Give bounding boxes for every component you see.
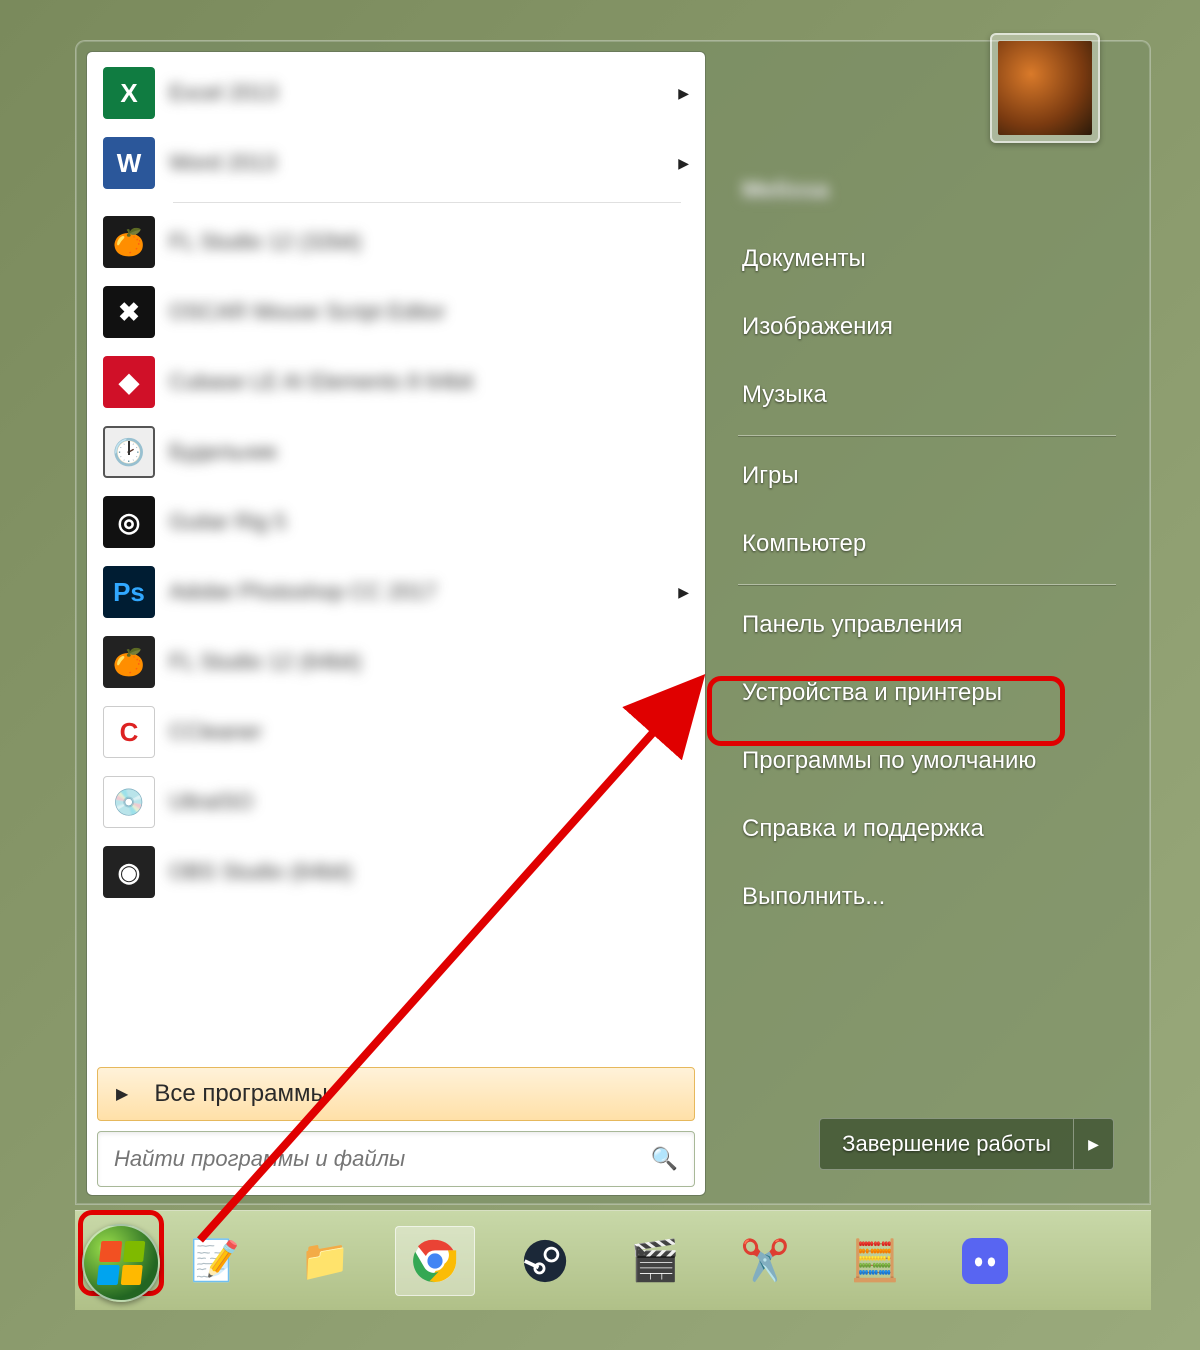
program-label: Adobe Photoshop CC 2017 <box>169 579 678 605</box>
shutdown-button[interactable]: Завершение работы <box>819 1118 1074 1170</box>
help-support-item[interactable]: Справка и поддержка <box>734 795 1120 863</box>
program-item[interactable]: 🍊 FL Studio 12 (64bit) <box>93 627 699 697</box>
program-item[interactable]: 🍊 FL Studio 12 (32bit) <box>93 207 699 277</box>
search-icon: 🔍 <box>651 1146 678 1172</box>
cubase-icon: ◆ <box>103 356 155 408</box>
taskbar-item-snipping[interactable]: ✂️ <box>725 1226 805 1296</box>
taskbar-item-steam[interactable] <box>505 1226 585 1296</box>
recent-programs-list: X Excel 2013 ▶ W Word 2013 ▶ 🍊 FL Studio… <box>87 58 705 1061</box>
program-label: Excel 2013 <box>169 80 678 106</box>
windows-logo-icon <box>97 1241 146 1285</box>
program-label: Будильник <box>169 439 689 465</box>
shutdown-button-group: Завершение работы ▶ <box>819 1118 1114 1170</box>
taskbar-item-notepad[interactable]: 📝 <box>175 1226 255 1296</box>
ultraiso-icon: 💿 <box>103 776 155 828</box>
program-label: Word 2013 <box>169 150 678 176</box>
program-label: OSCAR Mouse Script Editor <box>169 299 689 325</box>
pictures-item[interactable]: Изображения <box>734 293 1120 361</box>
explorer-icon: 📁 <box>300 1237 350 1284</box>
taskbar-item-discord[interactable] <box>945 1226 1025 1296</box>
program-item[interactable]: X Excel 2013 ▶ <box>93 58 699 128</box>
all-programs-button[interactable]: ▶ Все программы <box>97 1067 695 1121</box>
start-button[interactable] <box>82 1224 160 1302</box>
start-menu-left-pane: X Excel 2013 ▶ W Word 2013 ▶ 🍊 FL Studio… <box>86 51 706 1196</box>
games-item[interactable]: Игры <box>734 442 1120 510</box>
guitar-rig-icon: ◎ <box>103 496 155 548</box>
separator <box>738 584 1116 585</box>
computer-item[interactable]: Компьютер <box>734 510 1120 578</box>
search-box[interactable]: 🔍 <box>97 1131 695 1187</box>
program-label: FL Studio 12 (64bit) <box>169 649 689 675</box>
all-programs-arrow-icon: ▶ <box>116 1084 128 1104</box>
program-item[interactable]: W Word 2013 ▶ <box>93 128 699 198</box>
program-item[interactable]: ◆ Cubase LE AI Elements 8 64bit <box>93 347 699 417</box>
photoshop-icon: Ps <box>103 566 155 618</box>
snipping-icon: ✂️ <box>740 1237 790 1284</box>
word-icon: W <box>103 137 155 189</box>
separator <box>738 435 1116 436</box>
program-item[interactable]: ◎ Guitar Rig 5 <box>93 487 699 557</box>
submenu-arrow-icon: ▶ <box>678 724 689 741</box>
default-programs-item[interactable]: Программы по умолчанию <box>734 727 1120 795</box>
program-label: Cubase LE AI Elements 8 64bit <box>169 369 689 395</box>
all-programs-label: Все программы <box>154 1080 327 1108</box>
program-item[interactable]: 💿 UltraISO <box>93 767 699 837</box>
start-menu-right-pane: Melissa Документы Изображения Музыка Игр… <box>706 51 1140 1194</box>
taskbar-item-explorer[interactable]: 📁 <box>285 1226 365 1296</box>
taskbar-item-chrome[interactable] <box>395 1226 475 1296</box>
oscar-icon: ✖ <box>103 286 155 338</box>
program-label: FL Studio 12 (32bit) <box>169 229 689 255</box>
program-label: UltraISO <box>169 789 689 815</box>
program-item[interactable]: C CCleaner ▶ <box>93 697 699 767</box>
control-panel-item[interactable]: Панель управления <box>734 591 1120 659</box>
submenu-arrow-icon: ▶ <box>678 85 689 102</box>
discord-icon <box>962 1238 1008 1284</box>
documents-item[interactable]: Документы <box>734 225 1120 293</box>
avatar-image <box>998 41 1092 135</box>
program-item[interactable]: ◉ OBS Studio (64bit) <box>93 837 699 907</box>
program-item[interactable]: ✖ OSCAR Mouse Script Editor <box>93 277 699 347</box>
submenu-arrow-icon: ▶ <box>678 584 689 601</box>
run-item[interactable]: Выполнить... <box>734 863 1120 931</box>
program-label: OBS Studio (64bit) <box>169 859 689 885</box>
chrome-icon <box>412 1238 458 1284</box>
obs-icon: ◉ <box>103 846 155 898</box>
ccleaner-icon: C <box>103 706 155 758</box>
mpc-icon: 🎬 <box>630 1237 680 1284</box>
calculator-icon: 🧮 <box>850 1237 900 1284</box>
excel-icon: X <box>103 67 155 119</box>
submenu-arrow-icon: ▶ <box>678 155 689 172</box>
flstudio-icon: 🍊 <box>103 636 155 688</box>
start-menu: X Excel 2013 ▶ W Word 2013 ▶ 🍊 FL Studio… <box>75 40 1151 1205</box>
steam-icon <box>522 1238 568 1284</box>
devices-printers-item[interactable]: Устройства и принтеры <box>734 659 1120 727</box>
taskbar-item-calculator[interactable]: 🧮 <box>835 1226 915 1296</box>
program-item[interactable]: Ps Adobe Photoshop CC 2017 ▶ <box>93 557 699 627</box>
username-item[interactable]: Melissa <box>734 141 1120 225</box>
taskbar-item-mpc[interactable]: 🎬 <box>615 1226 695 1296</box>
program-item[interactable]: 🕑 Будильник <box>93 417 699 487</box>
notepad-icon: 📝 <box>190 1237 240 1284</box>
separator <box>173 202 681 203</box>
flstudio-icon: 🍊 <box>103 216 155 268</box>
search-input[interactable] <box>114 1146 651 1172</box>
program-label: Guitar Rig 5 <box>169 509 689 535</box>
music-item[interactable]: Музыка <box>734 361 1120 429</box>
user-avatar[interactable] <box>990 33 1100 143</box>
taskbar: 📝 📁 🎬 ✂️ 🧮 <box>75 1210 1151 1310</box>
program-label: CCleaner <box>169 719 678 745</box>
alarm-icon: 🕑 <box>103 426 155 478</box>
shutdown-options-button[interactable]: ▶ <box>1074 1118 1114 1170</box>
